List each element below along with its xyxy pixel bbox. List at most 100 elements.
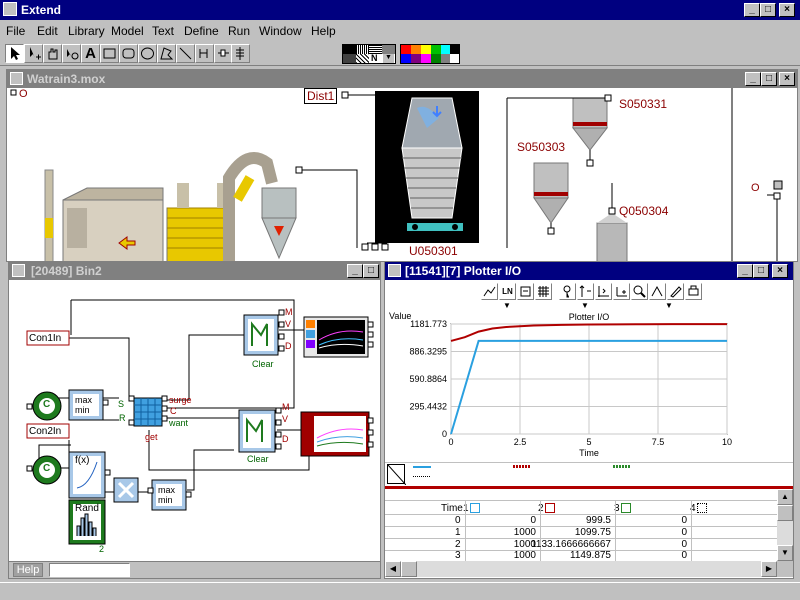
scroll-left-button[interactable]: ◀ <box>385 561 401 577</box>
connector-tool-icon[interactable] <box>195 44 214 63</box>
table-horizontal-scrollbar[interactable]: ◀ ▶ <box>385 561 777 577</box>
zoom-icon[interactable] <box>631 283 648 300</box>
plotter-chart: 0 2.5 5 7.5 10 1181.773 886.3295 590.8864 295.44… <box>389 311 732 458</box>
clone-tool-icon[interactable] <box>62 44 81 63</box>
hand-tool-icon[interactable] <box>43 44 62 63</box>
bin2-maximize-button[interactable]: □ <box>363 264 379 278</box>
scroll-thumb[interactable] <box>777 505 793 521</box>
y-tick-label: 886.3295 <box>409 347 447 357</box>
plotter-maximize-button[interactable]: □ <box>753 264 769 278</box>
help-button[interactable]: Help <box>13 563 43 577</box>
model-window-icon <box>10 72 23 85</box>
model-maximize-button[interactable]: □ <box>761 72 777 86</box>
menu-run[interactable]: Run <box>228 24 250 38</box>
bin2-minimize-button[interactable]: _ <box>347 264 363 278</box>
color-palette[interactable] <box>400 44 460 64</box>
app-title: Extend <box>21 3 62 17</box>
menu-edit[interactable]: Edit <box>37 24 58 38</box>
column-1-icon[interactable] <box>470 503 480 513</box>
model-close-button[interactable]: × <box>779 72 795 86</box>
model-canvas[interactable] <box>7 88 797 263</box>
rand-port-label: 2 <box>99 544 105 554</box>
row-value-col2: 1099.75 <box>574 527 611 538</box>
scroll-h-thumb[interactable] <box>401 561 417 577</box>
model-minimize-button[interactable]: _ <box>745 72 761 86</box>
pattern-dropdown-icon[interactable]: ▼ <box>383 54 394 63</box>
pencil-icon[interactable] <box>667 283 684 300</box>
close-button[interactable]: × <box>779 3 795 17</box>
rectangle-tool-icon[interactable] <box>100 44 119 63</box>
grid-icon[interactable] <box>535 283 552 300</box>
table-header-time: Time <box>441 503 463 514</box>
pattern-none-label: N <box>371 53 378 63</box>
row-value-col2: 1149.875 <box>570 550 611 561</box>
legend-swatch-1[interactable] <box>413 466 431 468</box>
legend-swatch-3[interactable] <box>613 465 631 468</box>
polygon-tool-icon[interactable] <box>157 44 176 63</box>
line-tool-icon[interactable] <box>176 44 195 63</box>
scroll-right-button[interactable]: ▶ <box>761 561 777 577</box>
plotter-window: [11541][7] Plotter I/O _ □ × LN ▼ ▼ ▼ 02… <box>384 261 794 579</box>
menu-define[interactable]: Define <box>184 24 219 38</box>
table-vertical-scrollbar[interactable]: ▲ ▼ <box>777 489 793 561</box>
m-port-label-2: M <box>282 402 290 412</box>
key-icon[interactable] <box>559 283 576 300</box>
menu-model[interactable]: Model <box>111 24 144 38</box>
column-3-icon[interactable] <box>621 503 631 513</box>
surge-port-label: surge <box>169 395 192 405</box>
x-scale-icon[interactable] <box>613 283 630 300</box>
pattern-palette[interactable]: N ▼ <box>342 44 396 64</box>
con1in-label: Con1In <box>29 333 62 344</box>
rounded-rect-tool-icon[interactable] <box>119 44 138 63</box>
menu-text[interactable]: Text <box>152 24 174 38</box>
app-icon <box>3 2 17 16</box>
minimize-button[interactable]: _ <box>744 3 760 17</box>
block-tool-icon[interactable] <box>231 44 250 63</box>
menu-window[interactable]: Window <box>259 24 302 38</box>
plotter-minimize-button[interactable]: _ <box>737 264 753 278</box>
print-icon[interactable] <box>685 283 702 300</box>
bin2-text-field[interactable] <box>49 563 130 577</box>
rand-label: Rand <box>75 503 99 514</box>
range-icon[interactable] <box>595 283 612 300</box>
pointer-tool-icon[interactable] <box>5 44 24 63</box>
bin2-titlebar[interactable]: [20489] Bin2 _ □ <box>9 262 380 280</box>
plotter-close-button[interactable]: × <box>772 264 788 278</box>
clear-label-2: Clear <box>247 454 269 464</box>
text-tool-icon[interactable]: A <box>81 44 100 63</box>
marker-icon[interactable] <box>649 283 666 300</box>
toolbar: A N ▼ <box>0 42 800 66</box>
log-linear-button[interactable]: LN <box>499 283 516 300</box>
trace-icon[interactable] <box>517 283 534 300</box>
maxmin2-max-label: max <box>158 485 176 495</box>
x-tick-label: 5 <box>586 437 591 447</box>
s050331-label: S050331 <box>619 97 668 111</box>
plotter-toolbar: LN <box>481 283 702 301</box>
y-scale-icon[interactable] <box>577 283 594 300</box>
connect-pointer-icon[interactable] <box>24 44 43 63</box>
o-marker-right: O <box>751 182 760 194</box>
maxmin1-max-label: max <box>75 395 93 405</box>
c-port-label: C <box>170 406 177 416</box>
column-2-icon[interactable] <box>545 503 555 513</box>
menu-library[interactable]: Library <box>68 24 105 38</box>
menu-help[interactable]: Help <box>311 24 336 38</box>
model-window-titlebar[interactable]: Watrain3.mox _ □ × <box>7 70 797 88</box>
resize-grip[interactable] <box>777 561 793 577</box>
autoscale-icon[interactable] <box>481 283 498 300</box>
app-titlebar: Extend _ □ × <box>0 0 800 20</box>
clear-label-1: Clear <box>252 359 274 369</box>
plotter-titlebar[interactable]: [11541][7] Plotter I/O _ □ × <box>385 262 793 280</box>
oval-tool-icon[interactable] <box>138 44 157 63</box>
column-4-icon[interactable] <box>697 503 707 513</box>
scroll-up-button[interactable]: ▲ <box>777 489 793 505</box>
legend-swatch-4[interactable] <box>413 476 431 477</box>
bin2-statusbar: Help <box>9 561 380 578</box>
bin2-canvas[interactable] <box>9 280 380 562</box>
legend-swatch-2[interactable] <box>513 465 531 468</box>
scroll-down-button[interactable]: ▼ <box>777 545 793 561</box>
r-port-label: R <box>119 413 126 423</box>
maximize-button[interactable]: □ <box>760 3 776 17</box>
row-index: 2 <box>455 539 461 550</box>
menu-file[interactable]: File <box>6 24 25 38</box>
